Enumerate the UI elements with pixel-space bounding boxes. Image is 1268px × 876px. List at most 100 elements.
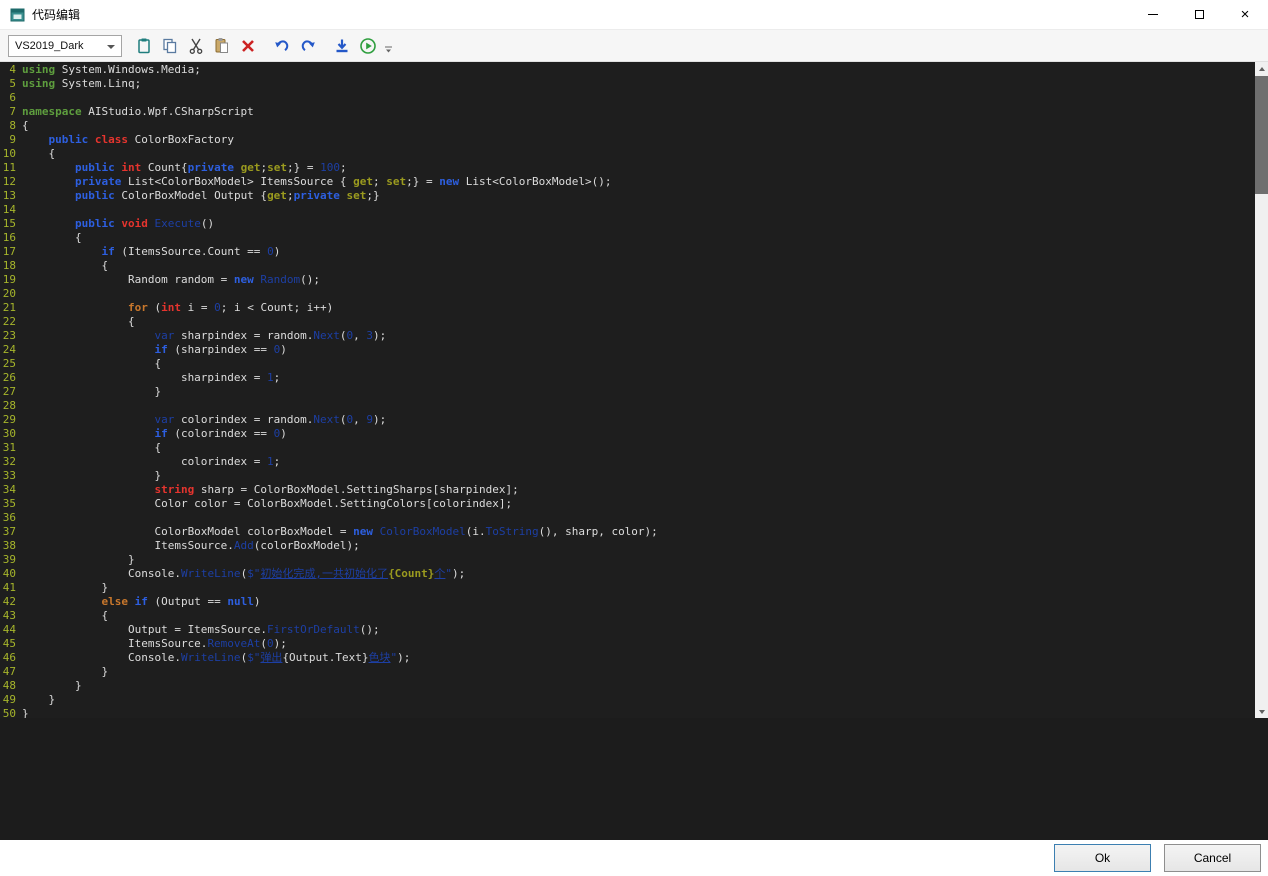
new-icon: [135, 37, 153, 55]
line-number: 21: [0, 301, 16, 315]
code-line: 6: [0, 91, 1255, 105]
paste-icon: [213, 37, 231, 55]
line-number: 18: [0, 259, 16, 273]
line-number: 39: [0, 553, 16, 567]
code-line: 30 if (colorindex == 0): [0, 427, 1255, 441]
code-line: 38 ItemsSource.Add(colorBoxModel);: [0, 539, 1255, 553]
ok-button[interactable]: Ok: [1054, 844, 1151, 872]
code-line: 26 sharpindex = 1;: [0, 371, 1255, 385]
scroll-down-icon[interactable]: [1255, 705, 1268, 718]
save-button[interactable]: [330, 34, 354, 58]
code-line: 7namespace AIStudio.Wpf.CSharpScript: [0, 105, 1255, 119]
window-title: 代码编辑: [32, 6, 80, 23]
code-text: {: [16, 259, 108, 273]
code-line: 12 private List<ColorBoxModel> ItemsSour…: [0, 175, 1255, 189]
line-number: 47: [0, 665, 16, 679]
code-text: ItemsSource.Add(colorBoxModel);: [16, 539, 360, 553]
line-number: 32: [0, 455, 16, 469]
line-number: 38: [0, 539, 16, 553]
line-number: 46: [0, 651, 16, 665]
code-line: 20: [0, 287, 1255, 301]
code-text: [16, 91, 22, 105]
code-text: colorindex = 1;: [16, 455, 280, 469]
cancel-button[interactable]: Cancel: [1164, 844, 1261, 872]
app-icon: [10, 7, 26, 23]
code-text: public int Count{private get;set;} = 100…: [16, 161, 347, 175]
code-text: {: [16, 357, 161, 371]
code-line: 41 }: [0, 581, 1255, 595]
code-line: 19 Random random = new Random();: [0, 273, 1255, 287]
line-number: 28: [0, 399, 16, 413]
line-number: 14: [0, 203, 16, 217]
line-number: 4: [0, 63, 16, 77]
copy-button[interactable]: [158, 34, 182, 58]
code-text: ItemsSource.RemoveAt(0);: [16, 637, 287, 651]
code-text: using System.Linq;: [16, 77, 141, 91]
toolbar-overflow-button[interactable]: [382, 34, 394, 58]
line-number: 6: [0, 91, 16, 105]
line-number: 36: [0, 511, 16, 525]
line-number: 44: [0, 623, 16, 637]
redo-button[interactable]: [296, 34, 320, 58]
code-line: 18 {: [0, 259, 1255, 273]
code-text: }: [16, 553, 135, 567]
code-text: else if (Output == null): [16, 595, 260, 609]
code-text: }: [16, 707, 29, 718]
cut-button[interactable]: [184, 34, 208, 58]
line-number: 37: [0, 525, 16, 539]
line-number: 42: [0, 595, 16, 609]
code-editor[interactable]: 4using System.Windows.Media;5using Syste…: [0, 62, 1255, 718]
code-line: 46 Console.WriteLine($"弹出{Output.Text}色块…: [0, 651, 1255, 665]
paste-button[interactable]: [210, 34, 234, 58]
code-text: public ColorBoxModel Output {get;private…: [16, 189, 380, 203]
code-line: 47 }: [0, 665, 1255, 679]
code-text: [16, 287, 22, 301]
line-number: 30: [0, 427, 16, 441]
line-number: 40: [0, 567, 16, 581]
scroll-up-icon[interactable]: [1255, 62, 1268, 75]
new-button[interactable]: [132, 34, 156, 58]
vertical-scrollbar[interactable]: [1255, 62, 1268, 718]
code-line: 24 if (sharpindex == 0): [0, 343, 1255, 357]
copy-icon: [161, 37, 179, 55]
code-line: 23 var sharpindex = random.Next(0, 3);: [0, 329, 1255, 343]
code-text: var sharpindex = random.Next(0, 3);: [16, 329, 386, 343]
code-line: 50}: [0, 707, 1255, 718]
window-controls: ×: [1130, 0, 1268, 29]
code-line: 9 public class ColorBoxFactory: [0, 133, 1255, 147]
code-text: public void Execute(): [16, 217, 214, 231]
code-line: 27 }: [0, 385, 1255, 399]
theme-select[interactable]: VS2019_Dark: [8, 35, 122, 57]
code-text: Random random = new Random();: [16, 273, 320, 287]
minimize-icon[interactable]: [1130, 0, 1176, 29]
run-button[interactable]: [356, 34, 380, 58]
code-text: {: [16, 315, 135, 329]
code-text: {: [16, 147, 55, 161]
code-text: private List<ColorBoxModel> ItemsSource …: [16, 175, 611, 189]
code-text: if (colorindex == 0): [16, 427, 287, 441]
code-text: Console.WriteLine($"弹出{Output.Text}色块");: [16, 651, 410, 665]
line-number: 9: [0, 133, 16, 147]
code-line: 44 Output = ItemsSource.FirstOrDefault()…: [0, 623, 1255, 637]
undo-icon: [273, 37, 291, 55]
scrollbar-thumb[interactable]: [1255, 76, 1268, 194]
delete-button[interactable]: [236, 34, 260, 58]
line-number: 49: [0, 693, 16, 707]
line-number: 13: [0, 189, 16, 203]
code-text: }: [16, 665, 108, 679]
maximize-icon[interactable]: [1176, 0, 1222, 29]
code-text: if (sharpindex == 0): [16, 343, 287, 357]
code-line: 25 {: [0, 357, 1255, 371]
line-number: 29: [0, 413, 16, 427]
code-line: 43 {: [0, 609, 1255, 623]
line-number: 41: [0, 581, 16, 595]
undo-button[interactable]: [270, 34, 294, 58]
code-line: 28: [0, 399, 1255, 413]
line-number: 19: [0, 273, 16, 287]
redo-icon: [299, 37, 317, 55]
code-text: {: [16, 609, 108, 623]
close-icon[interactable]: ×: [1222, 0, 1268, 29]
cut-icon: [187, 37, 205, 55]
line-number: 35: [0, 497, 16, 511]
toolbar: VS2019_Dark: [0, 30, 1268, 62]
